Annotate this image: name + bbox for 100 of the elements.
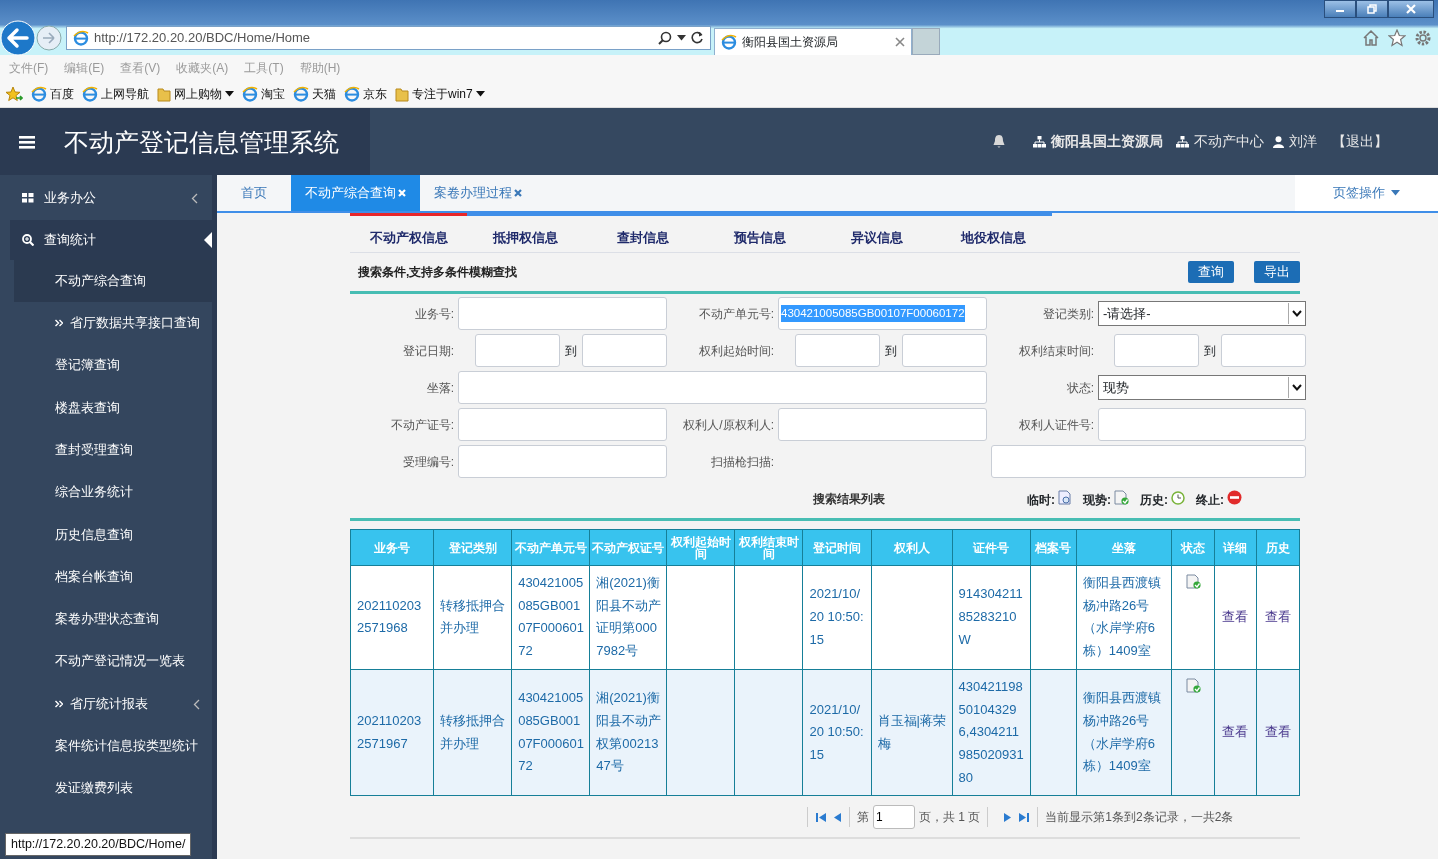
forward-button[interactable] — [36, 24, 62, 51]
info-tab[interactable]: 预告信息 — [701, 213, 818, 252]
browser-tab[interactable]: 衡阳县国土资源局 — [714, 28, 912, 55]
input-field[interactable] — [778, 408, 987, 441]
input-field[interactable] — [991, 445, 1306, 478]
history-link[interactable]: 查看 — [1264, 724, 1291, 740]
info-tab[interactable]: 地役权信息 — [935, 213, 1052, 252]
minimize-button[interactable] — [1324, 0, 1356, 18]
sidebar-item[interactable]: 档案台帐查询 — [14, 556, 212, 599]
sidebar-group[interactable]: 查询统计 — [10, 220, 212, 260]
sidebar-item[interactable]: 案件统计信息按类型统计 — [14, 725, 212, 768]
page-icon — [293, 85, 309, 102]
favorite-link[interactable]: 专注于win7 — [412, 84, 473, 103]
table-cell: 91430421185283210W — [952, 565, 1031, 670]
input-field[interactable] — [795, 334, 880, 367]
query-button[interactable]: 查询 — [1188, 261, 1234, 283]
input-field[interactable] — [902, 334, 987, 367]
sidebar-item[interactable]: 综合业务统计 — [14, 471, 212, 514]
info-tab[interactable]: 异议信息 — [818, 213, 935, 252]
sidebar-group[interactable]: 业务办公 — [0, 176, 212, 220]
sidebar-item[interactable]: 不动产登记情况一览表 — [14, 640, 212, 683]
select-field[interactable]: 现势 — [1098, 375, 1306, 400]
field-label: 业务号: — [413, 305, 454, 323]
select-field[interactable]: -请选择- — [1098, 301, 1306, 326]
favorite-link[interactable]: 淘宝 — [261, 84, 285, 103]
legend-label: 终止: — [1196, 491, 1224, 509]
input-field[interactable] — [1221, 334, 1306, 367]
search-icon[interactable] — [658, 30, 672, 45]
sidebar-item[interactable]: 发证缴费列表 — [14, 767, 212, 810]
document-icon — [1185, 677, 1201, 693]
detail-link[interactable]: 查看 — [1222, 724, 1249, 740]
input-field[interactable] — [458, 408, 667, 441]
page-tab[interactable]: 案卷办理过程 — [420, 175, 536, 211]
input-field[interactable] — [1098, 408, 1306, 441]
address-field[interactable]: http://172.20.20.20/BDC/Home/Home — [66, 25, 711, 50]
sitemap-icon — [1033, 135, 1046, 148]
back-button[interactable] — [0, 19, 36, 56]
history-link[interactable]: 查看 — [1264, 609, 1291, 625]
favorite-link[interactable]: 百度 — [50, 84, 74, 103]
input-field[interactable] — [1114, 334, 1199, 367]
logout-link[interactable]: 【退出】 — [1332, 131, 1388, 152]
search-title: 搜索条件,支持多条件模糊查找 — [358, 264, 518, 281]
active-pointer-icon — [204, 232, 212, 248]
sidebar-item[interactable]: 不动产综合查询 — [14, 260, 212, 303]
table-cell: 2021/10/20 10:50:15 — [802, 669, 871, 796]
table-cell: 2021102032571967 — [350, 669, 434, 796]
double-chevron-icon — [55, 700, 63, 709]
refresh-icon[interactable] — [691, 31, 704, 44]
previous-page-icon[interactable] — [833, 811, 842, 824]
table-cell: 湘(2021)衡阳县不动产证明第0007982号 — [589, 565, 667, 670]
last-page-icon[interactable] — [1018, 811, 1031, 824]
favorites-star-icon[interactable] — [5, 85, 23, 102]
input-field[interactable] — [458, 371, 987, 404]
sidebar-item[interactable]: 案卷办理状态查询 — [14, 598, 212, 641]
field-label: 权利人证件号: — [1017, 416, 1094, 434]
favorite-link[interactable]: 京东 — [363, 84, 387, 103]
sidebar-item[interactable]: 历史信息查询 — [14, 513, 212, 557]
input-field[interactable] — [475, 334, 560, 367]
sidebar-item[interactable]: 查封受理查询 — [14, 429, 212, 472]
close-button[interactable] — [1388, 0, 1434, 18]
info-tab[interactable]: 不动产权信息 — [350, 213, 467, 252]
restore-button[interactable] — [1356, 0, 1388, 18]
sitemap-icon — [1176, 135, 1189, 148]
favorite-link[interactable]: 天猫 — [312, 84, 336, 103]
record-summary: 当前显示第1条到2条记录，一共2条 — [1045, 809, 1234, 827]
field-label: 登记类别: — [1041, 305, 1094, 323]
page-input[interactable]: 1 — [873, 805, 915, 830]
first-page-icon[interactable] — [815, 811, 827, 824]
home-icon[interactable] — [1362, 28, 1380, 47]
table-cell: 430421005085GB00107F00060172 — [511, 669, 590, 796]
input-field[interactable] — [458, 297, 667, 330]
legend-label: 历史: — [1140, 491, 1168, 509]
close-icon — [1406, 4, 1416, 14]
star-icon[interactable] — [1388, 28, 1406, 47]
tab-actions-dropdown[interactable]: 页签操作 — [1295, 175, 1438, 211]
page-tab[interactable]: 不动产综合查询 — [291, 175, 420, 211]
settings-icon[interactable] — [1414, 28, 1432, 47]
sidebar-item[interactable]: 省厅统计报表 — [14, 682, 212, 726]
next-page-icon[interactable] — [1003, 811, 1013, 824]
close-icon[interactable] — [514, 189, 522, 197]
close-icon[interactable] — [895, 37, 905, 47]
detail-link[interactable]: 查看 — [1222, 609, 1249, 625]
menu-icon[interactable] — [18, 133, 36, 150]
input-field[interactable] — [582, 334, 667, 367]
organization-name: 衡阳县国土资源局 — [1051, 132, 1163, 151]
page-icon — [242, 85, 258, 102]
info-tab[interactable]: 查封信息 — [584, 213, 701, 252]
sidebar-item[interactable]: 楼盘表查询 — [14, 386, 212, 430]
favorite-link[interactable]: 网上购物 — [174, 84, 222, 103]
input-field[interactable] — [458, 445, 667, 478]
results-title: 搜索结果列表 — [813, 491, 885, 508]
sidebar-item[interactable]: 省厅数据共享接口查询 — [14, 302, 212, 345]
info-tab[interactable]: 抵押权信息 — [467, 213, 584, 252]
document-icon — [1114, 489, 1129, 505]
chevron-left-icon — [191, 192, 198, 204]
page-tab[interactable]: 首页 — [217, 175, 291, 211]
sidebar-item[interactable]: 登记簿查询 — [14, 344, 212, 387]
favorite-link[interactable]: 上网导航 — [101, 84, 149, 103]
range-separator: 到 — [885, 342, 897, 360]
export-button[interactable]: 导出 — [1254, 261, 1300, 283]
